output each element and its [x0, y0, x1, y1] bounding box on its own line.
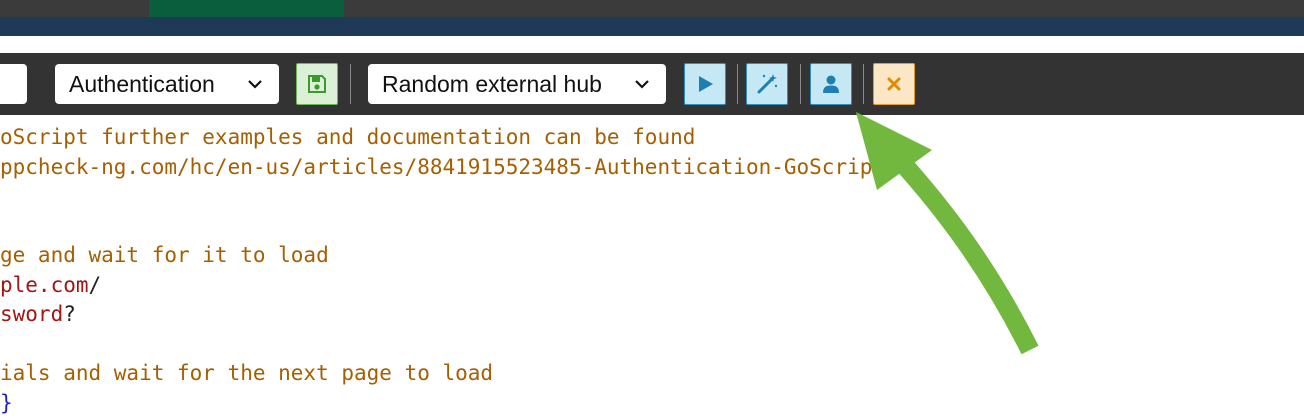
code-line	[0, 182, 1304, 212]
code-line: ppcheck-ng.com/hc/en-us/articles/8841915…	[0, 153, 1304, 183]
code-token: sword	[0, 302, 63, 326]
script-name-input[interactable]	[0, 64, 27, 104]
user-icon	[821, 74, 841, 94]
script-type-select[interactable]: Authentication	[55, 64, 279, 104]
chevron-down-icon	[632, 74, 652, 94]
save-icon	[307, 74, 327, 94]
active-tab-indicator[interactable]	[149, 0, 344, 17]
code-token: /	[89, 273, 102, 297]
toolbar-separator	[737, 64, 738, 104]
code-token: oScript further examples and documentati…	[0, 125, 695, 149]
toolbar-separator	[350, 64, 351, 104]
chevron-down-icon	[245, 74, 265, 94]
code-line: sword?	[0, 300, 1304, 330]
toolbar-separator	[800, 64, 801, 104]
hub-select-value: Random external hub	[382, 71, 602, 98]
code-editor[interactable]: oScript further examples and documentati…	[0, 123, 1304, 418]
run-button[interactable]	[684, 63, 726, 105]
code-line	[0, 212, 1304, 242]
window-top-bar	[0, 0, 1304, 17]
code-token: ?	[63, 302, 76, 326]
magic-wand-button[interactable]	[746, 63, 788, 105]
code-line: ple.com/	[0, 271, 1304, 301]
code-line: }	[0, 389, 1304, 418]
header-strip	[0, 17, 1304, 36]
code-line	[0, 330, 1304, 360]
play-icon	[695, 74, 715, 94]
code-token: ppcheck-ng.com/hc/en-us/articles/8841915…	[0, 155, 898, 179]
code-token: ple.com	[0, 273, 89, 297]
code-token: }	[0, 391, 13, 415]
code-line: ials and wait for the next page to load	[0, 359, 1304, 389]
code-token: ge and wait for it to load	[0, 243, 329, 267]
close-button[interactable]	[873, 63, 915, 105]
hub-select[interactable]: Random external hub	[368, 64, 666, 104]
magic-wand-icon	[756, 73, 778, 95]
close-icon	[885, 75, 903, 93]
user-credentials-button[interactable]	[810, 63, 852, 105]
save-button[interactable]	[296, 63, 338, 105]
code-line: oScript further examples and documentati…	[0, 123, 1304, 153]
script-type-select-value: Authentication	[69, 71, 215, 98]
toolbar-separator	[863, 64, 864, 104]
code-token: ials and wait for the next page to load	[0, 361, 493, 385]
code-line: ge and wait for it to load	[0, 241, 1304, 271]
